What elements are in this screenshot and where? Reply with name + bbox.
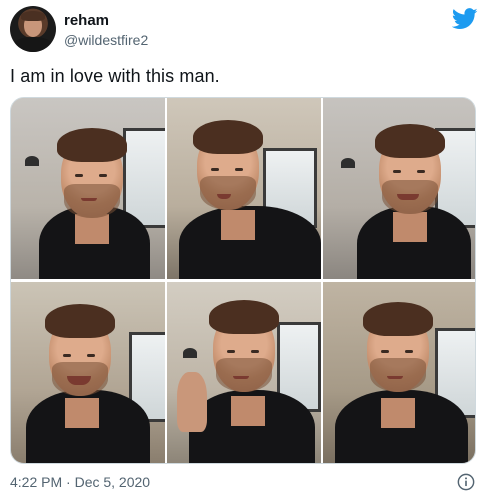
avatar[interactable]	[10, 6, 56, 52]
tweet-media-grid	[10, 97, 476, 464]
media-photo[interactable]	[11, 282, 165, 463]
media-photo[interactable]	[323, 282, 475, 463]
display-name[interactable]: reham	[64, 12, 109, 29]
media-photo[interactable]	[323, 98, 475, 279]
media-photo[interactable]	[11, 98, 165, 279]
tweet-card: reham @wildestfire2 I am in love with th…	[0, 0, 488, 496]
media-photo[interactable]	[167, 282, 321, 463]
tweet-text: I am in love with this man.	[10, 66, 220, 86]
info-icon[interactable]	[457, 473, 475, 491]
media-photo[interactable]	[167, 98, 321, 279]
user-handle[interactable]: @wildestfire2	[64, 32, 148, 48]
tweet-timestamp[interactable]: 4:22 PM · Dec 5, 2020	[10, 474, 150, 490]
twitter-bird-icon[interactable]	[452, 8, 478, 30]
